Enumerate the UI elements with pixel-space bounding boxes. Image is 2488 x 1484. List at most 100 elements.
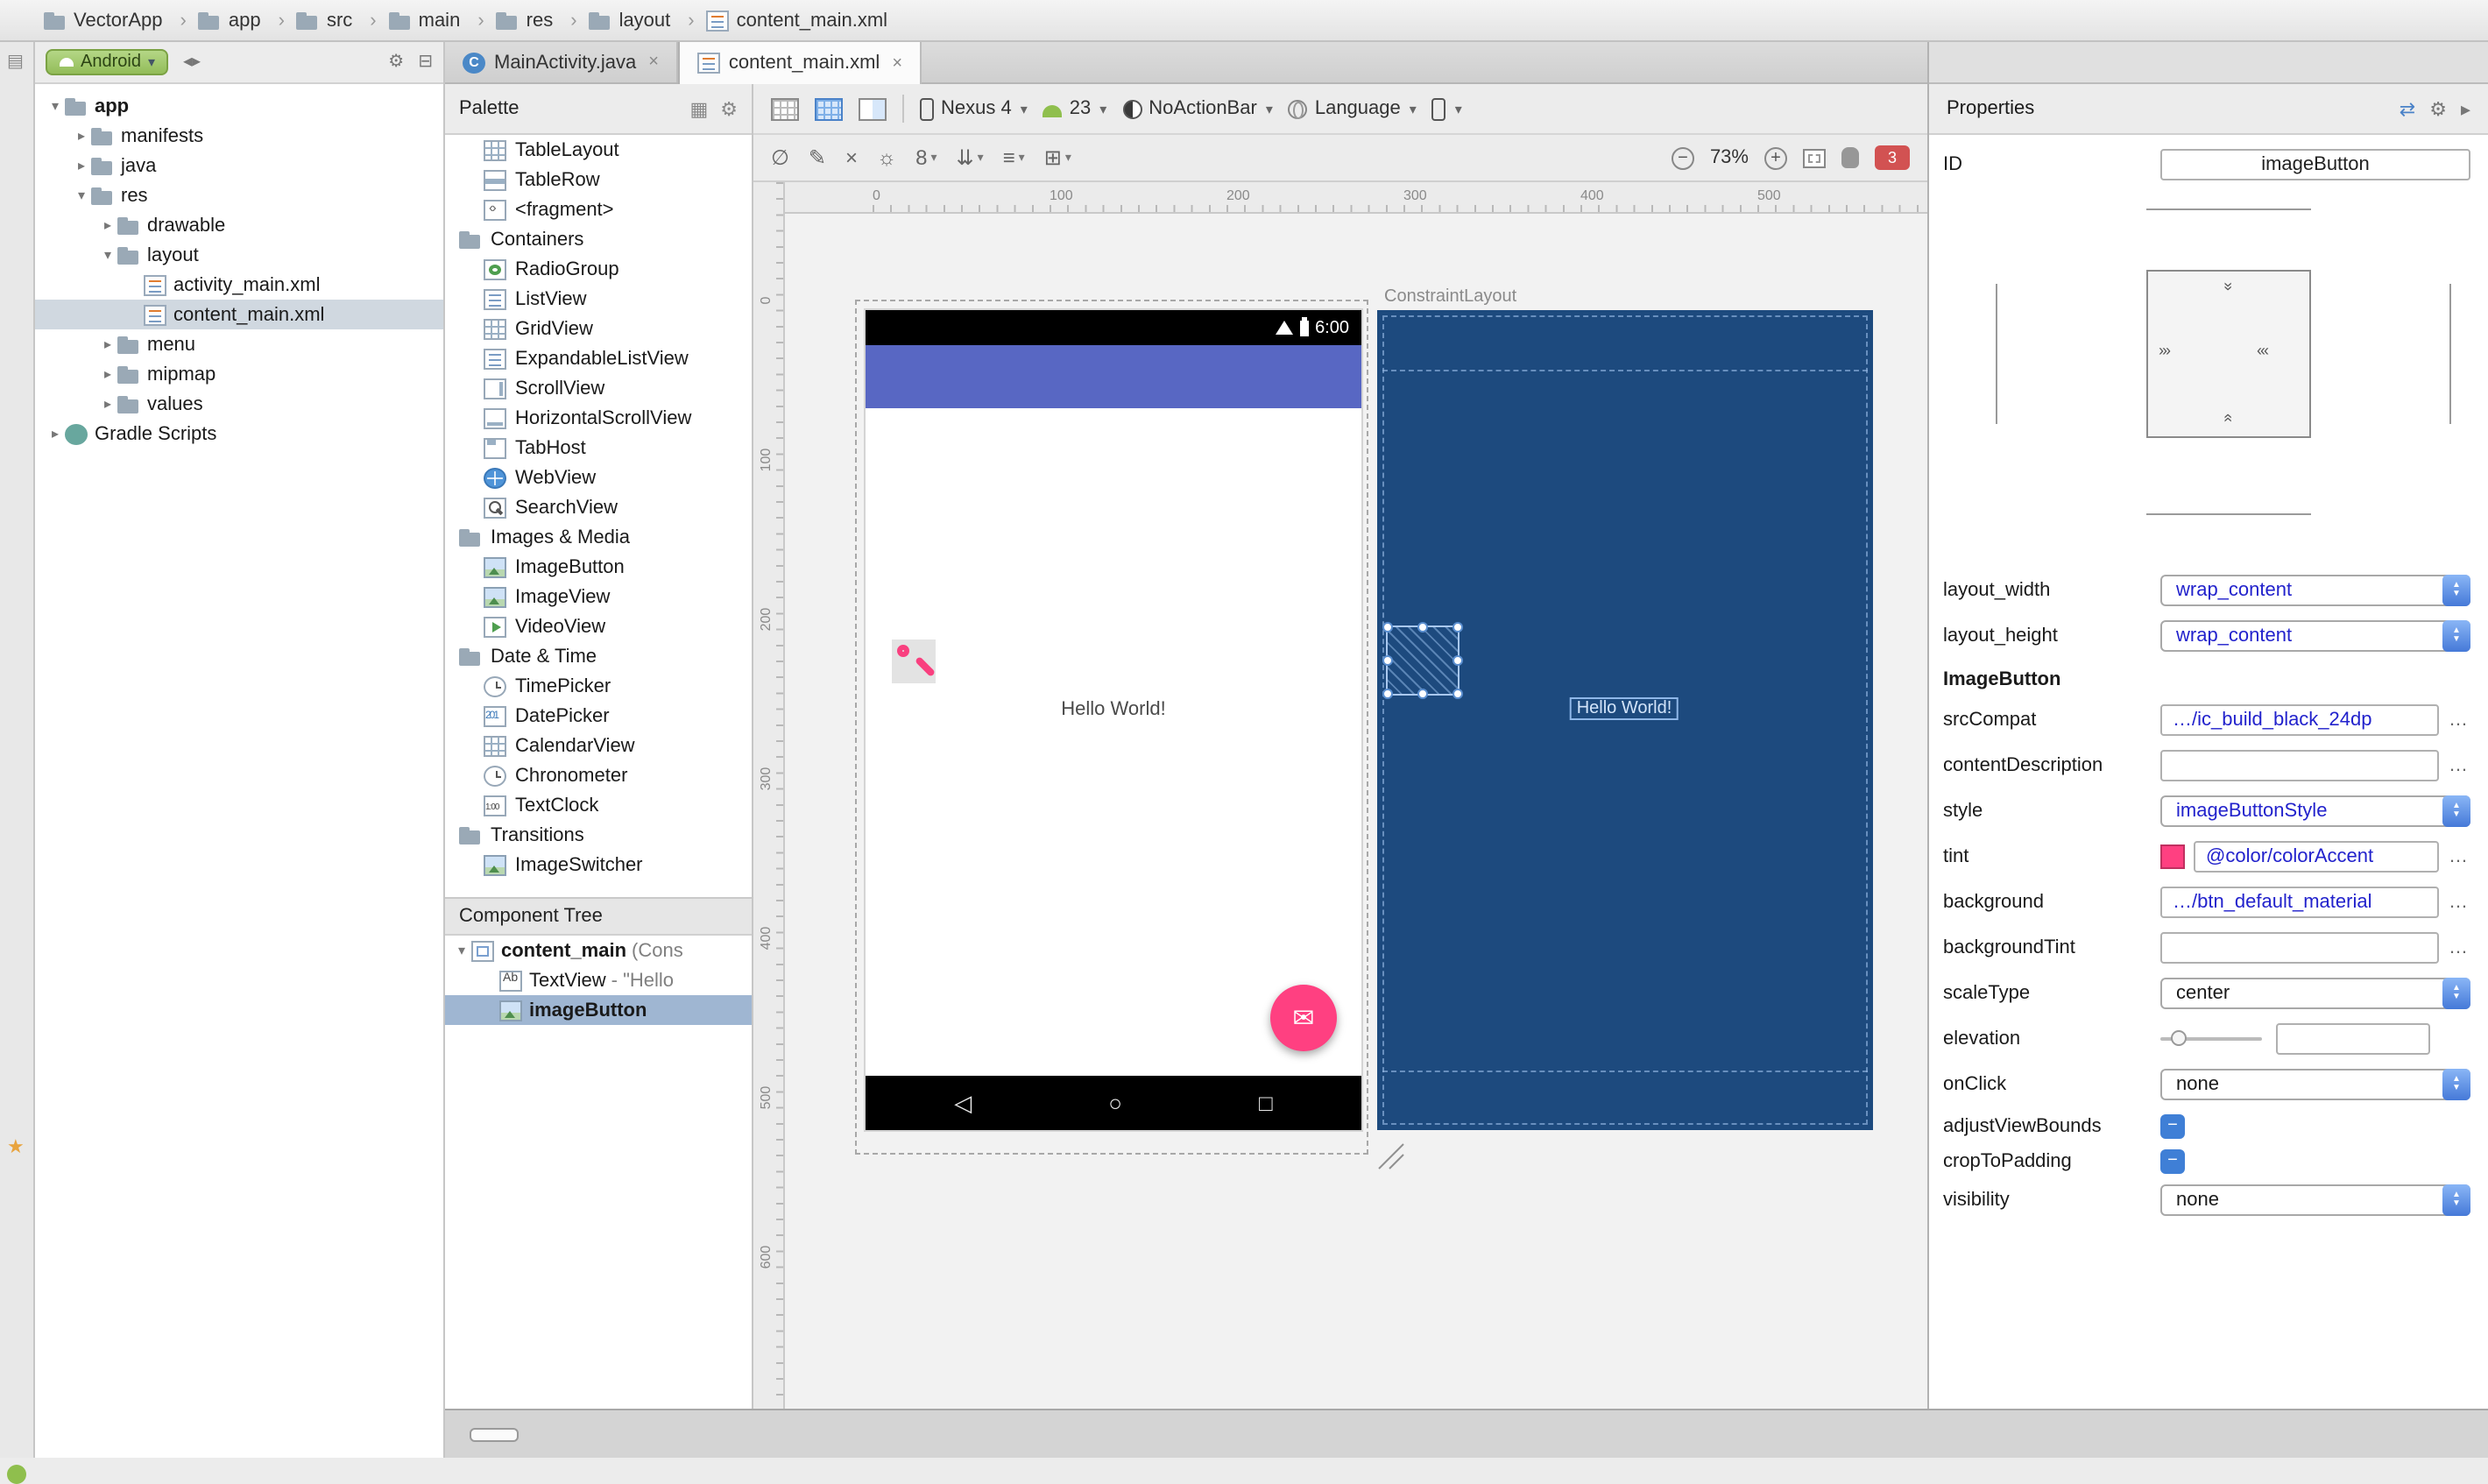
browse-button[interactable]: …: [2446, 710, 2470, 731]
gear-icon[interactable]: ⚙: [2429, 97, 2447, 120]
palette-item[interactable]: HorizontalScrollView: [445, 403, 752, 433]
elevation-input[interactable]: [2276, 1023, 2430, 1055]
close-tab-icon[interactable]: ×: [648, 53, 659, 72]
fab-button[interactable]: ✉: [1270, 985, 1337, 1051]
project-tree-item[interactable]: activity_main.xml: [35, 270, 443, 300]
id-input[interactable]: imageButton: [2160, 149, 2470, 180]
palette-item[interactable]: GridView: [445, 314, 752, 343]
zoom-out-button[interactable]: −: [1671, 146, 1694, 169]
infer-constraints-icon[interactable]: ☼: [877, 145, 896, 170]
pack-selection-icon[interactable]: ⇊ ▾: [956, 145, 983, 170]
palette-item[interactable]: TableLayout: [445, 135, 752, 165]
tree-expand-arrow[interactable]: ▸: [72, 128, 91, 144]
project-tree-item[interactable]: ▸ drawable: [35, 210, 443, 240]
tree-expand-arrow[interactable]: ▸: [98, 366, 117, 382]
project-tree-item[interactable]: ▸ values: [35, 389, 443, 419]
resize-handle[interactable]: [1382, 689, 1393, 699]
visibility-select[interactable]: none: [2160, 1184, 2470, 1216]
editor-mode-tab[interactable]: [470, 1427, 519, 1441]
palette-item[interactable]: DatePicker: [445, 701, 752, 731]
breadcrumb-item[interactable]: res: [495, 10, 588, 31]
orientation-select[interactable]: [1431, 97, 1462, 120]
align-selection-icon[interactable]: ≡ ▾: [1003, 145, 1025, 170]
palette-item[interactable]: ListView: [445, 284, 752, 314]
hide-panel-icon[interactable]: ▸: [2461, 97, 2470, 120]
resize-handle[interactable]: [1417, 622, 1428, 632]
project-tree-item[interactable]: ▸ Gradle Scripts: [35, 419, 443, 449]
palette-settings-icon[interactable]: ⚙: [720, 97, 738, 120]
locale-select[interactable]: Language: [1288, 98, 1417, 119]
resize-handle[interactable]: [1453, 622, 1463, 632]
component-tree-item[interactable]: TextView - "Hello: [445, 965, 752, 995]
zoom-in-button[interactable]: +: [1764, 146, 1787, 169]
editor-tab[interactable]: content_main.xml ×: [677, 42, 922, 84]
project-tree-item[interactable]: ▸ mipmap: [35, 359, 443, 389]
editor-mode-tab[interactable]: [524, 1427, 573, 1441]
palette-item[interactable]: ImageSwitcher: [445, 850, 752, 880]
palette-item[interactable]: CalendarView: [445, 731, 752, 760]
resize-handle[interactable]: [1382, 622, 1393, 632]
tint-input[interactable]: @color/colorAccent: [2194, 841, 2439, 873]
onclick-select[interactable]: none: [2160, 1069, 2470, 1100]
settings-gear-icon[interactable]: ⚙: [388, 53, 404, 72]
palette-item[interactable]: ImageButton: [445, 552, 752, 582]
breadcrumb-item[interactable]: main: [387, 10, 495, 31]
elevation-slider[interactable]: [2160, 1030, 2262, 1046]
style-select[interactable]: imageButtonStyle: [2160, 795, 2470, 827]
tree-expand-arrow[interactable]: ▾: [72, 187, 91, 203]
component-tree-item[interactable]: ▾ content_main (Cons: [445, 936, 752, 965]
backgroundtint-input[interactable]: [2160, 932, 2439, 964]
collapse-all-icon[interactable]: ⊟: [418, 53, 433, 72]
srccompat-input[interactable]: …/ic_build_black_24dp: [2160, 704, 2439, 736]
scaletype-select[interactable]: center: [2160, 978, 2470, 1009]
hello-world-textview[interactable]: Hello World!: [866, 699, 1361, 720]
collapse-expand-icon[interactable]: ◂▸: [183, 53, 201, 72]
blueprint-mode-icon[interactable]: [815, 97, 843, 120]
palette-item[interactable]: RadioGroup: [445, 254, 752, 284]
palette-item[interactable]: ScrollView: [445, 373, 752, 403]
croptopadding-checkbox[interactable]: [2160, 1149, 2185, 1174]
project-tree-item[interactable]: ▸ menu: [35, 329, 443, 359]
pan-hand-icon[interactable]: [1841, 147, 1859, 168]
tree-expand-arrow[interactable]: ▾: [452, 943, 471, 958]
resize-handle[interactable]: [1453, 655, 1463, 666]
project-view-selector[interactable]: Android: [46, 49, 169, 75]
palette-item[interactable]: <fragment>: [445, 194, 752, 224]
design-mode-icon[interactable]: [771, 97, 799, 120]
hide-constraints-icon[interactable]: ∅: [771, 145, 789, 170]
palette-item[interactable]: Date & Time: [445, 641, 752, 671]
palette-item[interactable]: ExpandableListView: [445, 343, 752, 373]
guidelines-icon[interactable]: ⊞ ▾: [1044, 145, 1071, 170]
editor-tab[interactable]: MainActivity.java ×: [445, 42, 678, 82]
breadcrumb-item[interactable]: app: [197, 10, 295, 31]
constraint-widget[interactable]: ›› ‹‹ ››› ‹‹‹: [1929, 191, 2488, 568]
tree-expand-arrow[interactable]: ▸: [98, 396, 117, 412]
switch-view-icon[interactable]: ⇄: [2400, 97, 2415, 120]
component-tree-item[interactable]: imageButton: [445, 995, 752, 1025]
project-tree-item[interactable]: ▾ res: [35, 180, 443, 210]
palette-item[interactable]: TableRow: [445, 165, 752, 194]
project-tree-item[interactable]: ▸ manifests: [35, 121, 443, 151]
project-tree-item[interactable]: content_main.xml: [35, 300, 443, 329]
browse-button[interactable]: …: [2446, 937, 2470, 958]
palette-item[interactable]: TextClock: [445, 790, 752, 820]
zoom-to-fit-icon[interactable]: [1803, 148, 1826, 167]
contentdescription-input[interactable]: [2160, 750, 2439, 781]
close-tab-icon[interactable]: ×: [892, 53, 902, 73]
image-button-widget[interactable]: [892, 640, 936, 683]
breadcrumb-item[interactable]: src: [295, 10, 387, 31]
browse-button[interactable]: …: [2446, 846, 2470, 867]
palette-item[interactable]: Images & Media: [445, 522, 752, 552]
design-preview[interactable]: 6:00 Hello World! ✉ ◁ ○ □: [866, 310, 1361, 1130]
palette-item[interactable]: TimePicker: [445, 671, 752, 701]
tree-expand-arrow[interactable]: ▸: [98, 336, 117, 352]
blueprint-preview[interactable]: Hello World!: [1377, 310, 1873, 1130]
tint-color-swatch[interactable]: [2160, 844, 2185, 869]
palette-item[interactable]: SearchView: [445, 492, 752, 522]
clear-constraints-icon[interactable]: ×: [845, 145, 858, 170]
resize-handle[interactable]: [1382, 655, 1393, 666]
palette-item[interactable]: WebView: [445, 463, 752, 492]
design-surface[interactable]: 6:00 Hello World! ✉ ◁ ○ □ ConstraintLayo…: [785, 214, 1927, 1409]
resize-handle[interactable]: [1417, 689, 1428, 699]
palette-item[interactable]: Transitions: [445, 820, 752, 850]
